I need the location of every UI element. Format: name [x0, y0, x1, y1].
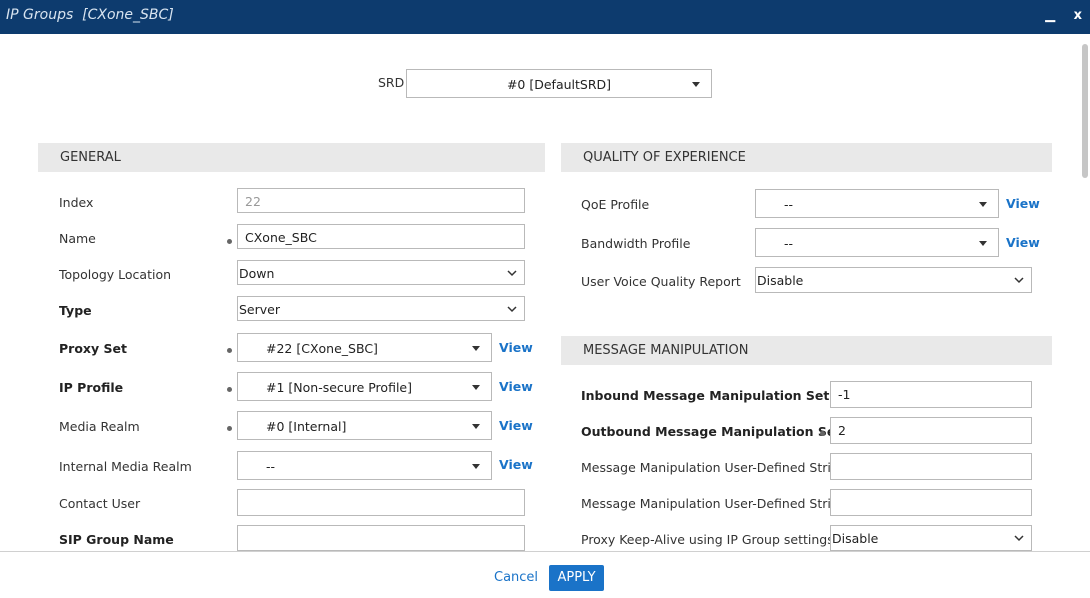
index-field: 22	[237, 188, 525, 213]
caret-down-icon	[472, 346, 480, 351]
name-label: Name	[59, 231, 96, 246]
required-dot-icon	[820, 431, 825, 436]
outbound-manipulation-set-value: 2	[838, 423, 846, 438]
ip-profile-view-link[interactable]: View	[499, 379, 533, 394]
close-icon[interactable]: x	[1074, 8, 1082, 23]
type-select[interactable]: Server	[237, 296, 525, 321]
minimize-icon[interactable]: ▁	[1045, 8, 1055, 23]
proxy-set-label: Proxy Set	[59, 341, 127, 356]
title-bar: IP Groups [CXone_SBC] ▁ x	[0, 0, 1090, 34]
caret-down-icon	[472, 464, 480, 469]
qoe-profile-select[interactable]: --	[755, 189, 999, 218]
outbound-manipulation-set-label: Outbound Message Manipulation Set	[581, 424, 842, 439]
bandwidth-profile-select[interactable]: --	[755, 228, 999, 257]
qoe-section-title: QUALITY OF EXPERIENCE	[583, 150, 746, 165]
media-realm-value: #0 [Internal]	[266, 419, 347, 434]
topology-location-select[interactable]: Down	[237, 260, 525, 285]
type-label: Type	[59, 303, 92, 318]
scrollbar-thumb[interactable]	[1082, 44, 1088, 178]
user-defined-string-2-label: Message Manipulation User-Defined String…	[581, 496, 859, 511]
user-defined-string-1-field[interactable]	[830, 453, 1032, 480]
window-title: IP Groups [CXone_SBC]	[6, 7, 174, 23]
user-voice-quality-report-value: Disable	[757, 273, 804, 288]
proxy-set-view-link[interactable]: View	[499, 340, 533, 355]
qoe-profile-label: QoE Profile	[581, 197, 650, 212]
proxy-set-select[interactable]: #22 [CXone_SBC]	[237, 333, 492, 362]
required-dot-icon	[227, 239, 232, 244]
required-dot-icon	[227, 426, 232, 431]
required-dot-icon	[227, 387, 232, 392]
srd-value: #0 [DefaultSRD]	[506, 77, 612, 92]
type-value: Server	[239, 302, 280, 317]
media-realm-view-link[interactable]: View	[499, 418, 533, 433]
media-realm-select[interactable]: #0 [Internal]	[237, 411, 492, 440]
topology-location-label: Topology Location	[59, 267, 172, 282]
sip-group-name-label: SIP Group Name	[59, 532, 174, 547]
internal-media-realm-select[interactable]: --	[237, 451, 492, 480]
general-section-header: GENERAL	[38, 143, 545, 172]
qoe-profile-value: --	[784, 197, 794, 212]
dialog-footer: Cancel APPLY	[0, 551, 1090, 598]
chevron-down-icon	[1014, 535, 1024, 542]
ip-profile-select[interactable]: #1 [Non-secure Profile]	[237, 372, 492, 401]
user-defined-string-2-field[interactable]	[830, 489, 1032, 516]
user-voice-quality-report-select[interactable]: Disable	[755, 267, 1032, 293]
user-defined-string-1-label: Message Manipulation User-Defined String…	[581, 460, 859, 475]
apply-button[interactable]: APPLY	[549, 565, 604, 591]
message-manipulation-section-header: MESSAGE MANIPULATION	[561, 336, 1052, 365]
bandwidth-profile-view-link[interactable]: View	[1006, 235, 1040, 250]
ip-profile-value: #1 [Non-secure Profile]	[266, 380, 412, 395]
bandwidth-profile-value: --	[784, 236, 794, 251]
contact-user-label: Contact User	[59, 496, 141, 511]
caret-down-icon	[472, 424, 480, 429]
window-title-prefix: IP Groups	[6, 7, 74, 23]
caret-down-icon	[979, 202, 987, 207]
qoe-section-header: QUALITY OF EXPERIENCE	[561, 143, 1052, 172]
proxy-keep-alive-value: Disable	[832, 531, 879, 546]
sip-group-name-field[interactable]	[237, 525, 525, 551]
qoe-profile-view-link[interactable]: View	[1006, 196, 1040, 211]
contact-user-field[interactable]	[237, 489, 525, 516]
name-value: CXone_SBC	[245, 230, 317, 245]
topology-location-value: Down	[239, 266, 275, 281]
cancel-button[interactable]: Cancel	[494, 570, 538, 585]
inbound-manipulation-set-field[interactable]: -1	[830, 381, 1032, 408]
chevron-down-icon	[1014, 277, 1024, 284]
index-label: Index	[59, 195, 94, 210]
internal-media-realm-label: Internal Media Realm	[59, 459, 192, 474]
caret-down-icon	[692, 82, 700, 87]
ip-profile-label: IP Profile	[59, 380, 124, 395]
index-value: 22	[245, 194, 261, 209]
srd-label: SRD	[378, 75, 405, 90]
proxy-keep-alive-label: Proxy Keep-Alive using IP Group settings	[581, 532, 834, 547]
required-dot-icon	[227, 348, 232, 353]
window-title-name: [CXone_SBC]	[82, 7, 174, 23]
media-realm-label: Media Realm	[59, 419, 140, 434]
chevron-down-icon	[507, 306, 517, 313]
outbound-manipulation-set-field[interactable]: 2	[830, 417, 1032, 444]
proxy-keep-alive-select[interactable]: Disable	[830, 525, 1032, 551]
proxy-set-value: #22 [CXone_SBC]	[266, 341, 378, 356]
chevron-down-icon	[507, 270, 517, 277]
user-voice-quality-report-label: User Voice Quality Report	[581, 274, 741, 289]
inbound-manipulation-set-label: Inbound Message Manipulation Set	[581, 388, 830, 403]
srd-select[interactable]: #0 [DefaultSRD]	[406, 69, 712, 98]
internal-media-realm-view-link[interactable]: View	[499, 457, 533, 472]
general-section-title: GENERAL	[60, 150, 121, 165]
caret-down-icon	[979, 241, 987, 246]
message-manipulation-section-title: MESSAGE MANIPULATION	[583, 343, 749, 358]
inbound-manipulation-set-value: -1	[838, 387, 851, 402]
internal-media-realm-value: --	[266, 459, 276, 474]
bandwidth-profile-label: Bandwidth Profile	[581, 236, 691, 251]
caret-down-icon	[472, 385, 480, 390]
name-field[interactable]: CXone_SBC	[237, 224, 525, 249]
